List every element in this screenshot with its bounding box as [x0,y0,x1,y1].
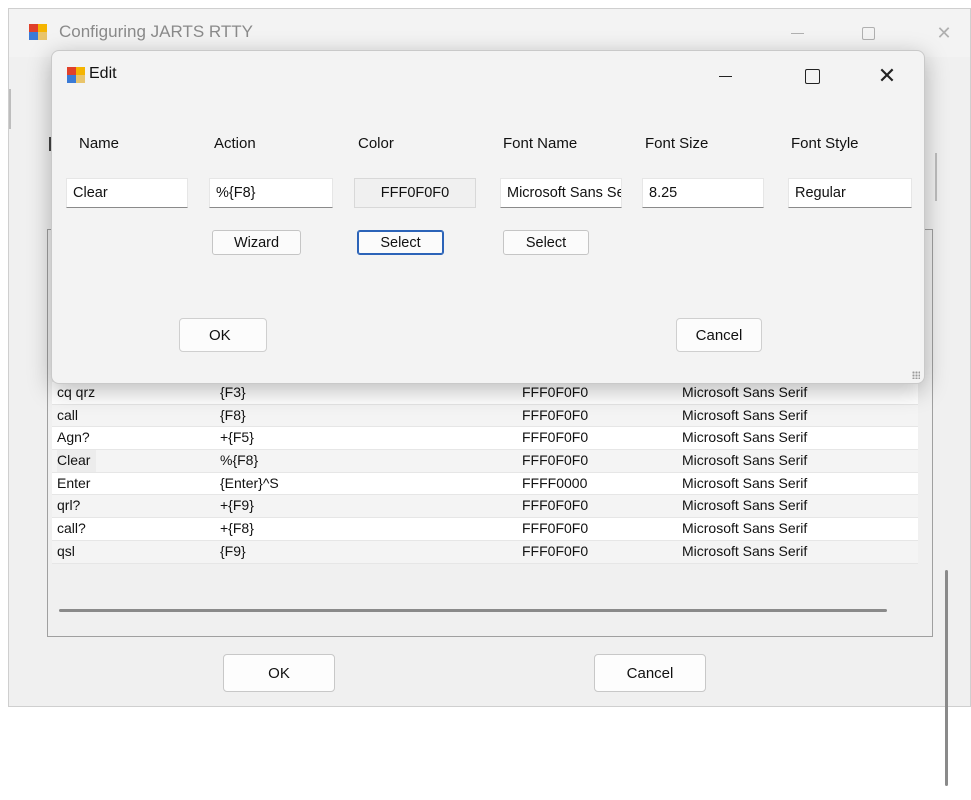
maximize-icon [804,68,820,84]
edit-dialog: Edit ✕ Name Action Color Font Name Font … [51,50,925,384]
cell-color: FFF0F0F0 [522,406,589,423]
font-name-label: Font Name [503,135,578,152]
font-style-label: Font Style [791,135,859,152]
vertical-scroll-thumb[interactable] [945,570,948,786]
dialog-minimize-button[interactable] [702,51,748,101]
cell-action: {F8} [220,406,246,423]
cell-color: FFF0F0F0 [522,542,589,559]
color-select-button[interactable]: Select [357,230,444,255]
hidden-control-edge [9,89,11,129]
cell-color: FFF0F0F0 [522,520,589,537]
font-style-field[interactable]: Regular [788,178,912,208]
cell-font: Microsoft Sans Serif [682,520,808,537]
minimize-icon [718,75,732,77]
cell-color: FFF0F0F0 [522,497,589,514]
main-window-title: Configuring JARTS RTTY [59,22,253,41]
cell-font: Microsoft Sans Serif [682,452,808,469]
minimize-icon [790,32,804,34]
cell-font: Microsoft Sans Serif [682,474,808,491]
cell-name: Agn? [57,429,90,446]
vertical-scrollbar[interactable] [941,360,953,800]
cell-color: FFF0F0F0 [522,452,589,469]
close-icon: ✕ [877,63,897,89]
table-row-selected[interactable]: Clear %{F8} FFF0F0F0 Microsoft Sans Seri… [52,450,918,473]
edit-dialog-title: Edit [89,65,117,82]
dialog-ok-button[interactable]: OK [179,318,267,352]
action-label: Action [214,135,256,152]
cell-font: Microsoft Sans Serif [682,406,808,423]
cell-font: Microsoft Sans Serif [682,384,808,400]
cell-action: {F9} [220,542,246,559]
font-size-label: Font Size [645,135,709,152]
font-name-field[interactable]: Microsoft Sans Serif [500,178,622,208]
color-field[interactable]: FFF0F0F0 [354,178,476,208]
cell-name: Clear [57,450,97,472]
cell-font: Microsoft Sans Serif [682,497,808,514]
table-row[interactable]: call {F8} FFF0F0F0 Microsoft Sans Serif [52,404,918,428]
cell-font: Microsoft Sans Serif [682,429,808,446]
font-select-button[interactable]: Select [503,230,589,255]
color-label: Color [358,135,394,152]
cell-name: call [57,406,79,423]
close-icon: ✕ [936,22,952,44]
cell-action: +{F9} [220,497,254,514]
hidden-control-edge-right [935,153,937,201]
font-size-field[interactable]: 8.25 [642,178,764,208]
cell-color: FFF0F0F0 [522,429,589,446]
cell-action: {Enter}^S [220,474,279,491]
cell-name: Enter [57,474,91,491]
resize-grip[interactable] [912,371,920,379]
table-row[interactable]: Agn? +{F5} FFF0F0F0 Microsoft Sans Serif [52,427,918,451]
cell-name: qsl [57,542,75,559]
cell-name: cq qrz [57,384,96,400]
app-window-icon [67,67,85,83]
main-close-button[interactable]: ✕ [921,9,967,57]
table-row[interactable]: qsl {F9} FFF0F0F0 Microsoft Sans Serif [52,540,918,564]
horizontal-scroll-thumb[interactable] [59,609,887,612]
cell-color: FFFF0000 [522,474,588,491]
app-window-icon [29,24,47,40]
name-label: Name [79,135,120,152]
main-ok-button[interactable]: OK [223,654,335,692]
table-row[interactable]: Enter {Enter}^S FFFF0000 Microsoft Sans … [52,472,918,496]
table-row[interactable]: qrl? +{F9} FFF0F0F0 Microsoft Sans Serif [52,495,918,519]
dialog-maximize-button[interactable] [789,51,835,101]
table-row[interactable]: call? +{F8} FFF0F0F0 Microsoft Sans Seri… [52,518,918,541]
table-row[interactable]: cq qrz {F3} FFF0F0F0 Microsoft Sans Seri… [52,382,918,405]
cell-name: call? [57,520,86,537]
cell-action: +{F8} [220,520,254,537]
cell-action: +{F5} [220,429,254,446]
cell-name: qrl? [57,497,81,514]
cell-action: {F3} [220,384,246,400]
cell-action: %{F8} [220,452,259,469]
cell-font: Microsoft Sans Serif [682,542,808,559]
maximize-icon [861,26,875,40]
cell-color: FFF0F0F0 [522,384,589,400]
dialog-cancel-button[interactable]: Cancel [676,318,762,352]
wizard-button[interactable]: Wizard [212,230,301,255]
dialog-close-button[interactable]: ✕ [864,51,910,101]
grid-rows: cq qrz {F3} FFF0F0F0 Microsoft Sans Seri… [52,382,918,564]
action-field[interactable]: %{F8} [209,178,333,208]
main-cancel-button[interactable]: Cancel [594,654,706,692]
name-field[interactable]: Clear [66,178,188,208]
